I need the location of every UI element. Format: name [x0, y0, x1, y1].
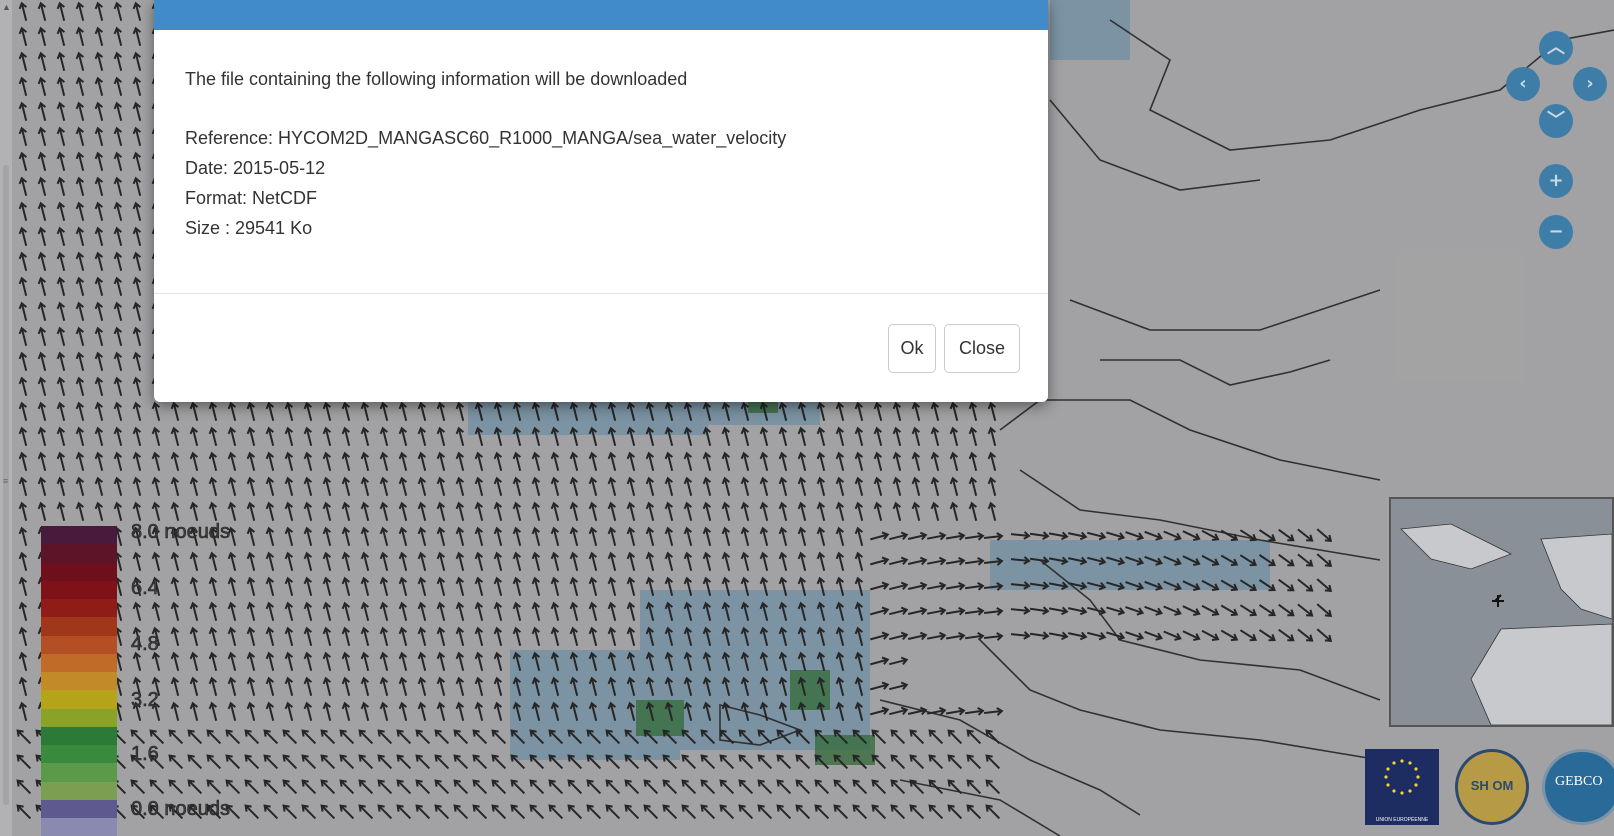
shom-logo-text: SH OM	[1470, 778, 1514, 793]
page-scrollbar[interactable]: ▲ ≡	[0, 0, 12, 836]
overview-map-drawing	[1400, 523, 1612, 725]
legend-swatch	[41, 526, 117, 545]
file-size: Size : 29541 Ko	[185, 218, 313, 238]
chevron-down-icon[interactable]: ﹀	[1539, 104, 1573, 138]
legend-swatch	[41, 599, 117, 618]
gebco-logo: GEBCO	[1542, 749, 1614, 825]
legend-swatch	[41, 726, 117, 745]
gebco-logo-text: GEBCO	[1555, 774, 1603, 789]
download-dialog: The file containing the following inform…	[154, 0, 1048, 402]
legend-label: 6.4	[131, 577, 159, 600]
speed-legend	[41, 526, 117, 836]
legend-swatch	[41, 653, 117, 672]
legend-swatch	[41, 818, 117, 836]
dialog-header	[154, 0, 1048, 30]
ok-button[interactable]: Ok	[888, 324, 936, 373]
legend-swatch	[41, 745, 117, 764]
chevron-up-icon[interactable]: ︿	[1539, 31, 1573, 65]
eu-caption: UNION EUROPÉENNE	[1375, 817, 1429, 823]
legend-label-max: 8.0 noeuds	[131, 521, 231, 544]
legend-label: 1.6	[131, 743, 159, 766]
chevron-right-icon[interactable]: ›	[1573, 67, 1607, 101]
legend-label: 4.8	[131, 633, 159, 656]
file-date: Date: 2015-05-12	[185, 158, 326, 178]
legend-swatch	[41, 763, 117, 782]
dialog-message: The file containing the following inform…	[185, 69, 688, 89]
plus-icon[interactable]: +	[1539, 164, 1573, 198]
legend-swatch	[41, 708, 117, 727]
legend-swatch	[41, 635, 117, 654]
dialog-footer: Ok Close	[154, 293, 1048, 403]
legend-swatch	[41, 562, 117, 581]
eu-stars-icon	[1384, 759, 1420, 795]
legend-swatch	[41, 617, 117, 636]
overview-map[interactable]	[1389, 497, 1614, 727]
file-format: Format: NetCDF	[185, 188, 318, 208]
shom-logo: SH OM	[1455, 749, 1529, 825]
legend-label-min: 0.0 noeuds	[131, 798, 231, 821]
legend-swatch	[41, 672, 117, 691]
close-button[interactable]: Close	[944, 324, 1020, 373]
legend-swatch	[41, 580, 117, 599]
legend-swatch	[41, 544, 117, 563]
legend-swatch	[41, 781, 117, 800]
legend-label: 3.2	[131, 689, 159, 712]
legend-swatch	[41, 690, 117, 709]
minus-icon[interactable]: −	[1539, 215, 1573, 249]
scroll-up-icon[interactable]: ▲	[2, 2, 11, 12]
dialog-body: The file containing the following inform…	[154, 30, 1048, 292]
legend-swatch	[41, 799, 117, 818]
scrollbar-grip-icon: ≡	[3, 476, 9, 486]
chevron-left-icon[interactable]: ‹	[1506, 67, 1540, 101]
file-reference: Reference: HYCOM2D_MANGASC60_R1000_MANGA…	[185, 128, 787, 148]
eu-logo: UNION EUROPÉENNE	[1365, 749, 1439, 825]
